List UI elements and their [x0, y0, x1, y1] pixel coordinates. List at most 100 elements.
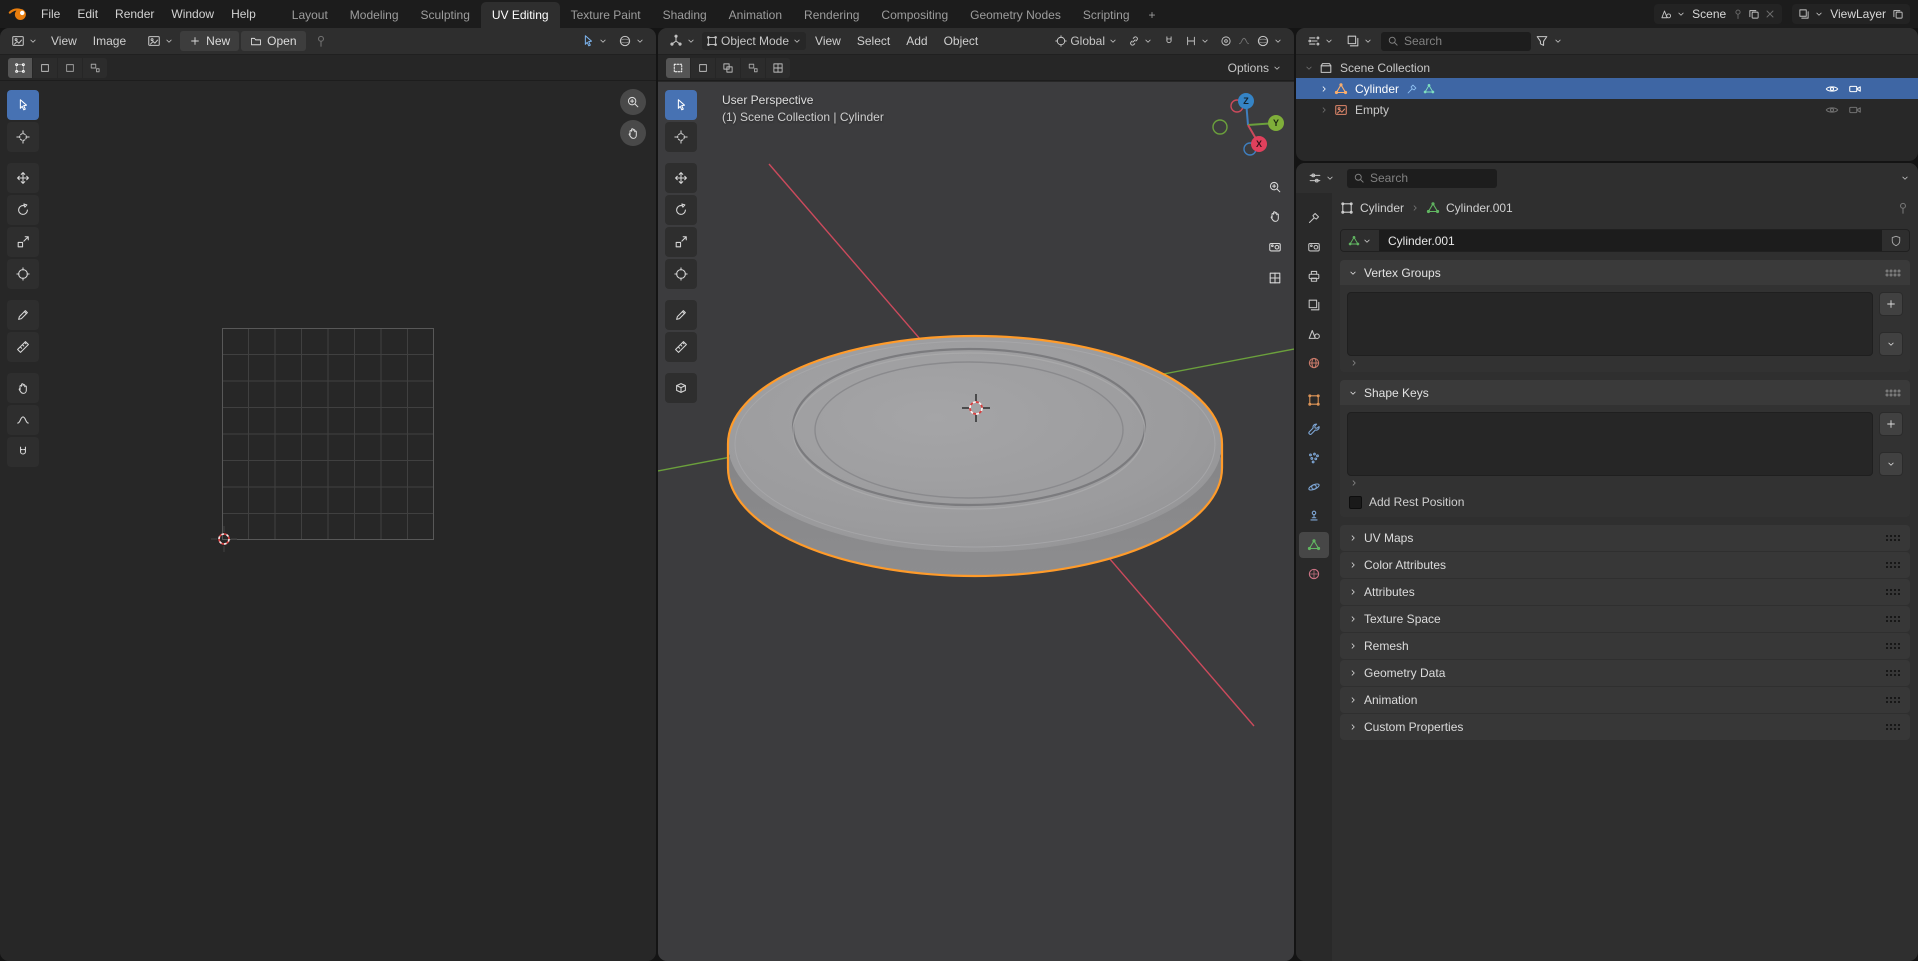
tab-material[interactable]: [1299, 561, 1329, 587]
uv-maps-panel-header[interactable]: UV Maps: [1340, 525, 1910, 551]
measure-tool-button[interactable]: [665, 332, 697, 362]
zoom-icon[interactable]: [620, 89, 646, 115]
color-attributes-panel-header[interactable]: Color Attributes: [1340, 552, 1910, 578]
menu-help[interactable]: Help: [223, 3, 264, 25]
tab-rendering[interactable]: Rendering: [793, 2, 870, 28]
breadcrumb-data[interactable]: Cylinder.001: [1446, 201, 1513, 215]
shape-keys-panel-header[interactable]: Shape Keys: [1340, 380, 1910, 405]
measure-tool-button[interactable]: [7, 332, 39, 362]
shape-keys-list[interactable]: [1347, 412, 1873, 476]
viewlayer-selector[interactable]: ViewLayer: [1792, 4, 1910, 24]
tab-scene[interactable]: [1299, 321, 1329, 347]
outliner-row-empty[interactable]: Empty: [1296, 99, 1918, 120]
geometry-data-panel-header[interactable]: Geometry Data: [1340, 660, 1910, 686]
open-image-button[interactable]: Open: [241, 31, 305, 51]
transform-tool-button[interactable]: [665, 259, 697, 289]
vp-menu-object[interactable]: Object: [937, 31, 986, 51]
editor-type-selector[interactable]: [1303, 32, 1338, 50]
drag-grip-icon[interactable]: [1884, 587, 1902, 597]
scale-tool-button[interactable]: [7, 227, 39, 257]
snap-settings-selector[interactable]: [1181, 33, 1214, 49]
drag-grip-icon[interactable]: [1884, 695, 1902, 705]
vp-menu-view[interactable]: View: [808, 31, 848, 51]
add-workspace-button[interactable]: +: [1141, 2, 1164, 28]
outliner-search-input[interactable]: Search: [1381, 32, 1531, 51]
falloff-icon[interactable]: [1238, 35, 1250, 47]
menu-render[interactable]: Render: [107, 3, 162, 25]
proportional-editing-toggle[interactable]: [1216, 33, 1236, 49]
tab-view-layer[interactable]: [1299, 292, 1329, 318]
tab-physics[interactable]: [1299, 474, 1329, 500]
tab-scripting[interactable]: Scripting: [1072, 2, 1141, 28]
uv-select-island-button[interactable]: [83, 58, 107, 78]
drag-grip-icon[interactable]: [1884, 268, 1902, 278]
zoom-icon[interactable]: [1262, 174, 1288, 200]
add-shape-key-button[interactable]: [1879, 412, 1903, 436]
vertex-groups-panel-header[interactable]: Vertex Groups: [1340, 260, 1910, 285]
filter-funnel-icon[interactable]: [1535, 34, 1549, 48]
pan-hand-icon[interactable]: [620, 120, 646, 146]
fake-user-toggle[interactable]: [1882, 230, 1909, 251]
toggle-ortho-icon[interactable]: [1262, 265, 1288, 291]
drag-grip-icon[interactable]: [1884, 668, 1902, 678]
delete-scene-icon[interactable]: [1764, 8, 1776, 20]
disable-render-camera-icon[interactable]: [1848, 82, 1862, 96]
add-vertex-group-button[interactable]: [1879, 292, 1903, 316]
texture-space-panel-header[interactable]: Texture Space: [1340, 606, 1910, 632]
list-expand-icon[interactable]: [1349, 478, 1359, 488]
tab-object-data[interactable]: [1299, 532, 1329, 558]
new-scene-icon[interactable]: [1748, 8, 1760, 20]
chevron-right-icon[interactable]: [1319, 105, 1329, 115]
viewport-canvas[interactable]: User Perspective (1) Scene Collection | …: [658, 82, 1294, 961]
list-expand-icon[interactable]: [1349, 358, 1359, 368]
scene-selector[interactable]: Scene: [1654, 4, 1782, 24]
tab-modeling[interactable]: Modeling: [339, 2, 410, 28]
browse-image-selector[interactable]: [143, 32, 178, 50]
mode-selector[interactable]: Object Mode: [702, 32, 806, 50]
new-viewlayer-icon[interactable]: [1892, 8, 1904, 20]
hide-eye-icon[interactable]: [1825, 82, 1839, 96]
select-mode-button-1[interactable]: [666, 58, 690, 78]
select-mode-button-4[interactable]: [741, 58, 765, 78]
uv-select-edge-button[interactable]: [33, 58, 57, 78]
chevron-down-icon[interactable]: [1304, 63, 1314, 73]
datablock-browse-button[interactable]: [1341, 230, 1379, 251]
vp-menu-add[interactable]: Add: [899, 31, 934, 51]
shape-key-specials-button[interactable]: [1879, 452, 1903, 476]
annotate-tool-button[interactable]: [7, 300, 39, 330]
animation-panel-header[interactable]: Animation: [1340, 687, 1910, 713]
options-dropdown[interactable]: Options: [1224, 59, 1286, 77]
tweak-tool-button[interactable]: [7, 90, 39, 120]
tab-modifiers[interactable]: [1299, 416, 1329, 442]
list-resize-grip-icon[interactable]: [1601, 358, 1619, 367]
tab-compositing[interactable]: Compositing: [870, 2, 959, 28]
tab-animation[interactable]: Animation: [718, 2, 793, 28]
chevron-right-icon[interactable]: [1319, 84, 1329, 94]
custom-properties-panel-header[interactable]: Custom Properties: [1340, 714, 1910, 740]
new-image-button[interactable]: New: [180, 31, 239, 51]
snap-toggle[interactable]: [1159, 33, 1179, 49]
relax-tool-button[interactable]: [7, 405, 39, 435]
drag-grip-icon[interactable]: [1884, 641, 1902, 651]
drag-grip-icon[interactable]: [1884, 614, 1902, 624]
tab-tool[interactable]: [1299, 205, 1329, 231]
vertex-group-specials-button[interactable]: [1879, 332, 1903, 356]
shading-selector[interactable]: [1252, 32, 1287, 50]
remesh-panel-header[interactable]: Remesh: [1340, 633, 1910, 659]
pin-icon[interactable]: [314, 34, 328, 48]
grab-tool-button[interactable]: [7, 373, 39, 403]
datablock-name-input[interactable]: Cylinder.001: [1379, 230, 1882, 251]
tab-shading[interactable]: Shading: [652, 2, 718, 28]
drag-grip-icon[interactable]: [1884, 533, 1902, 543]
tab-particles[interactable]: [1299, 445, 1329, 471]
tweak-tool-button[interactable]: [665, 90, 697, 120]
cursor-tool-button[interactable]: [7, 122, 39, 152]
navigation-gizmo[interactable]: Z Y X: [1206, 83, 1290, 167]
menu-file[interactable]: File: [33, 3, 68, 25]
vp-menu-select[interactable]: Select: [850, 31, 897, 51]
uv-menu-image[interactable]: Image: [86, 31, 133, 51]
add-rest-position-checkbox[interactable]: [1349, 496, 1362, 509]
cursor-tool-button[interactable]: [665, 122, 697, 152]
rotate-tool-button[interactable]: [7, 195, 39, 225]
tab-layout[interactable]: Layout: [281, 2, 339, 28]
